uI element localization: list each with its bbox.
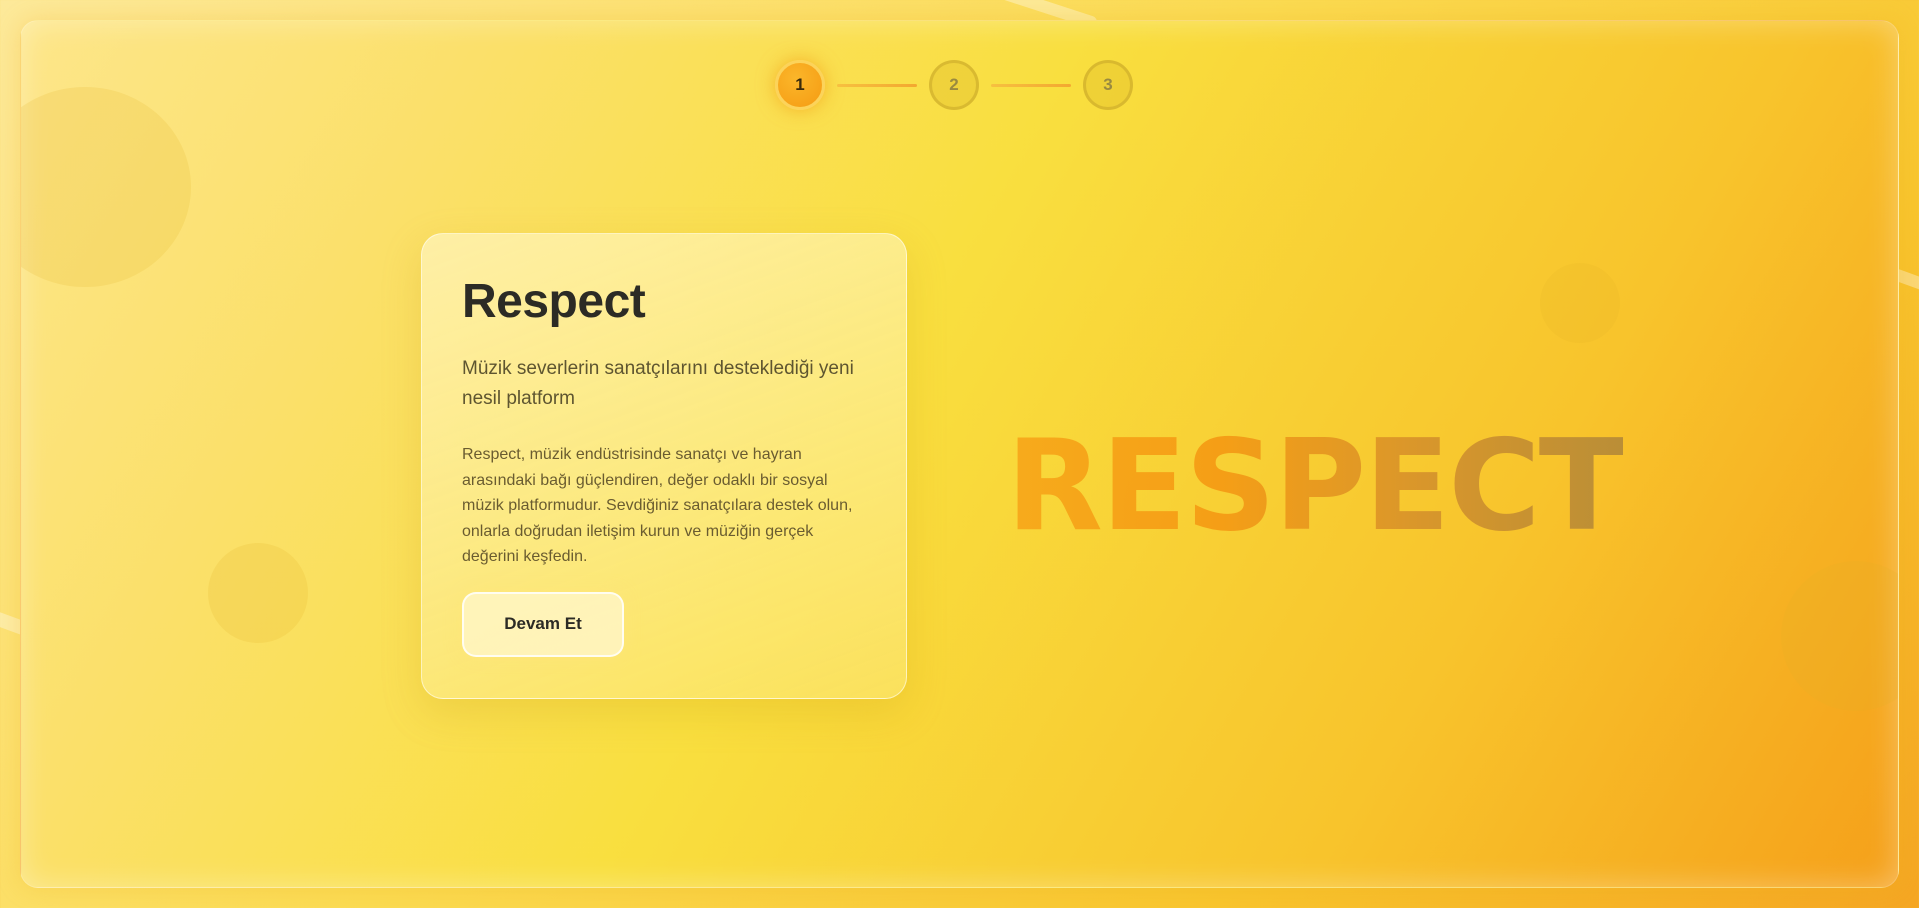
intro-card: Respect Müzik severlerin sanatçılarını d…: [421, 233, 907, 699]
step-number: 2: [949, 75, 959, 94]
step-connector: [837, 83, 917, 87]
card-title: Respect: [462, 275, 646, 328]
card-description: Respect, müzik endüstrisinde sanatçı ve …: [462, 446, 853, 565]
hero-wordmark: RESPECT: [1006, 412, 1625, 559]
step-2[interactable]: 2: [929, 60, 979, 110]
main-panel: 1 2 3 Respect Müzik severlerin sanatçıla…: [20, 20, 1899, 888]
decorative-circle: [1781, 561, 1898, 711]
progress-stepper: 1 2 3: [775, 60, 1133, 110]
step-3[interactable]: 3: [1083, 60, 1133, 110]
step-number: 3: [1103, 75, 1113, 94]
decorative-circle: [21, 87, 191, 287]
step-1[interactable]: 1: [775, 60, 825, 110]
decorative-circle: [1540, 263, 1620, 343]
card-subtitle: Müzik severlerin sanatçılarını destekled…: [462, 358, 854, 409]
step-number: 1: [795, 75, 805, 94]
continue-button[interactable]: Devam Et: [462, 591, 624, 657]
decorative-circle: [208, 543, 308, 643]
step-connector: [991, 83, 1071, 87]
